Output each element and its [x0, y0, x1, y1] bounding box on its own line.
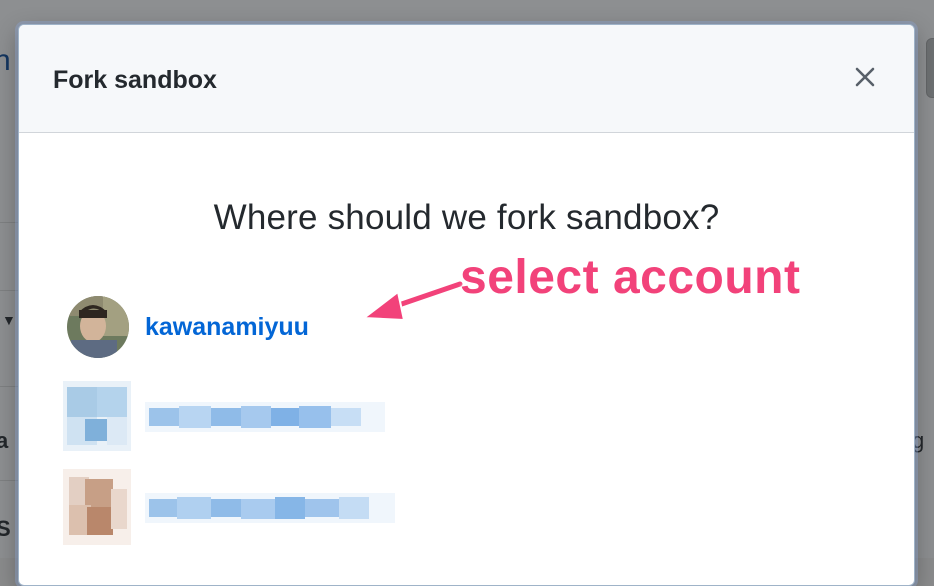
blurred-avatar: [63, 469, 131, 545]
account-name: kawanamiyuu: [145, 312, 309, 341]
dialog-title: Fork sandbox: [53, 66, 217, 94]
account-option-blurred[interactable]: [63, 381, 395, 451]
blurred-avatar: [63, 381, 131, 451]
close-button[interactable]: [847, 59, 883, 95]
account-option-kawanamiyuu[interactable]: kawanamiyuu: [67, 296, 309, 358]
fork-question: Where should we fork sandbox?: [213, 198, 720, 237]
blurred-name: [145, 402, 385, 432]
close-icon: [855, 67, 875, 87]
annotation-label: select account: [460, 251, 801, 304]
account-option-blurred[interactable]: [63, 469, 405, 545]
blurred-name: [145, 493, 395, 523]
arrow-left-icon: [363, 279, 465, 321]
avatar: [67, 296, 129, 358]
dialog-header: Fork sandbox: [19, 25, 914, 133]
